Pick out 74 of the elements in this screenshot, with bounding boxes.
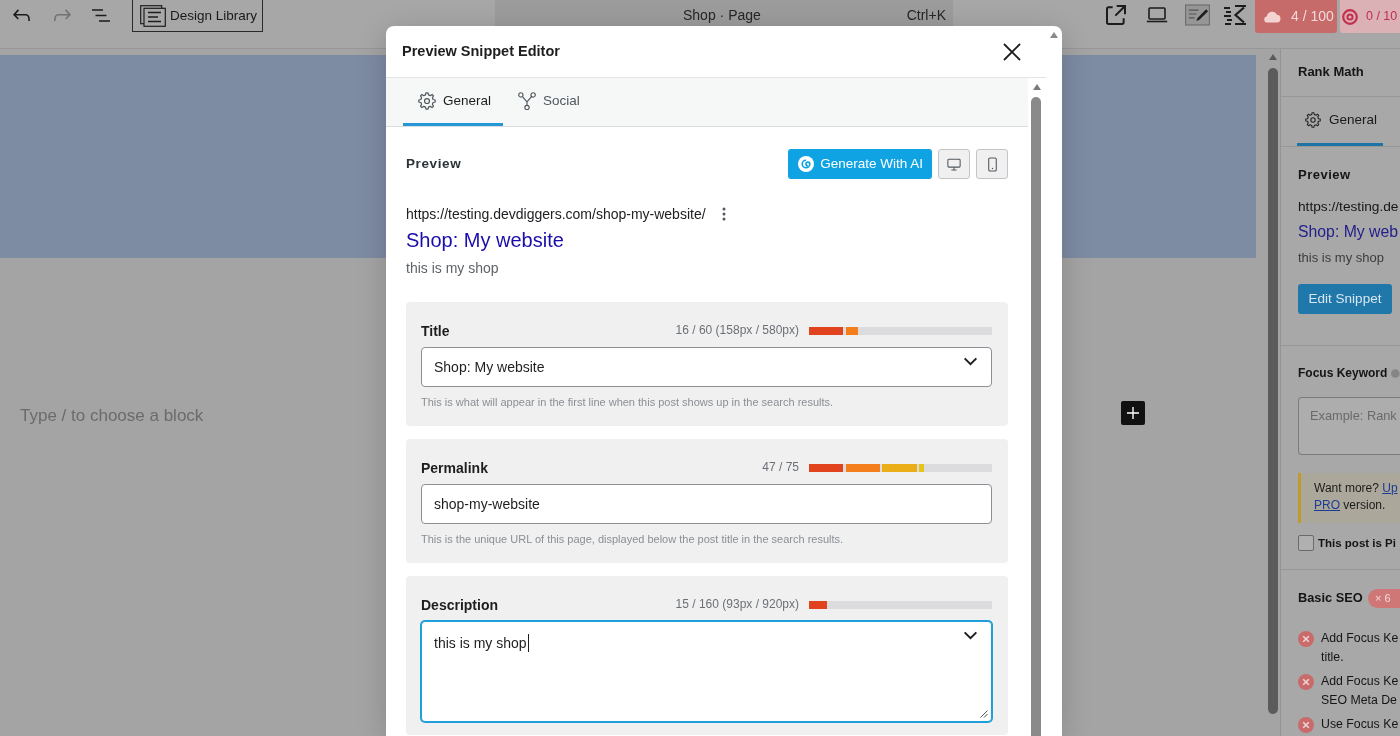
settings-icon (1305, 112, 1321, 128)
plus-icon (1127, 407, 1139, 419)
text-area[interactable]: this is my shop (421, 621, 992, 722)
page-title-text: Shop · Page (683, 5, 761, 25)
section-heading: Preview (1298, 167, 1351, 183)
desktop-icon (947, 157, 961, 171)
scrollbar-thumb[interactable] (1268, 68, 1278, 714)
scrollbar-thumb[interactable] (1031, 97, 1041, 736)
error-icon (1298, 717, 1314, 733)
speed-lines-icon[interactable] (1223, 3, 1247, 27)
scroll-up-icon[interactable] (1033, 84, 1041, 90)
scroll-up-icon[interactable] (1269, 54, 1277, 60)
sidebar-tab[interactable]: General (1297, 97, 1383, 146)
field-label: Description (421, 595, 498, 615)
chevron-down-icon[interactable] (963, 357, 978, 366)
check-item-text: Add Focus Ke title. (1321, 630, 1399, 666)
keyword-field[interactable]: Example: Rank (1298, 397, 1400, 455)
settings-icon (418, 91, 436, 110)
list-view-icon[interactable] (92, 8, 110, 22)
more-icon[interactable] (721, 207, 726, 221)
preview-title: Shop: My website (406, 228, 564, 253)
panel-title: Rank Math (1298, 64, 1364, 81)
external-link-icon[interactable] (1106, 5, 1126, 25)
shortcut-text: Ctrl+K (906, 5, 946, 25)
stacked-pages-icon (140, 4, 166, 27)
preview-description: this is my shop (406, 259, 499, 278)
chevron-down-icon[interactable] (963, 631, 978, 640)
character-counter: 15 / 160 (93px / 920px) (675, 597, 799, 613)
close-icon[interactable] (1003, 42, 1021, 61)
text-field[interactable]: Shop: My website (421, 347, 992, 387)
dialog-title: Preview Snippet Editor (402, 42, 560, 61)
section-heading: Preview (406, 155, 462, 173)
error-icon (1298, 674, 1314, 690)
notice-link[interactable]: PRO (1314, 498, 1340, 512)
check-item-text: Use Focus Ke (1321, 716, 1399, 733)
help-text: This is the unique URL of this page, displayed below the post title in the search results. (421, 532, 844, 547)
text-field[interactable]: shop-my-website (421, 484, 992, 524)
target-icon (1342, 8, 1358, 25)
notice-text: Want more? Up PRO version. (1314, 480, 1398, 514)
error-count-badge: × 6 (1368, 588, 1400, 608)
error-icon (1298, 631, 1314, 647)
design-library-button[interactable]: Design Library (132, 0, 264, 32)
resize-handle-icon[interactable] (980, 710, 988, 718)
dialog-tab[interactable]: General (403, 78, 504, 126)
edit-icon[interactable] (1185, 4, 1210, 26)
help-text: This is what will appear in the first line when this post shows up in the search results. (421, 395, 834, 410)
preview-url: https://testing.de (1298, 198, 1399, 216)
mobile-preview-button[interactable] (976, 149, 1008, 179)
notice-link[interactable]: Up (1382, 481, 1398, 495)
field-label: Focus Keyword (1298, 365, 1388, 382)
paragraph-input[interactable]: Type / to choose a block (20, 401, 241, 425)
scroll-up-icon[interactable] (1050, 32, 1058, 38)
edit-snippet-button[interactable]: Edit Snippet (1298, 284, 1392, 314)
pillar-checkbox[interactable] (1298, 535, 1314, 551)
section-heading: Basic SEO (1298, 589, 1363, 607)
add-block-button[interactable] (1121, 401, 1145, 425)
checkbox-label: This post is Pi (1318, 535, 1396, 551)
dialog-tab[interactable]: Social (503, 78, 592, 126)
cloud-icon (1263, 10, 1281, 23)
laptop-icon[interactable] (1146, 7, 1168, 23)
field-label: Title (421, 321, 450, 341)
preview-title: Shop: My web (1298, 222, 1399, 242)
check-item-text: Add Focus Ke SEO Meta De (1321, 673, 1399, 709)
desktop-preview-button[interactable] (938, 149, 970, 179)
undo-icon[interactable] (13, 9, 30, 21)
character-counter: 47 / 75 (762, 460, 799, 476)
mobile-icon (987, 156, 997, 172)
ai-swirl-icon (798, 156, 815, 172)
preview-description: this is my shop (1298, 249, 1384, 267)
field-label: Permalink (421, 458, 488, 478)
character-counter: 16 / 60 (158px / 580px) (675, 323, 799, 339)
network-icon (518, 91, 537, 110)
text-cursor-icon (527, 634, 529, 652)
preview-url: https://testing.devdiggers.com/shop-my-website/ (406, 205, 706, 224)
